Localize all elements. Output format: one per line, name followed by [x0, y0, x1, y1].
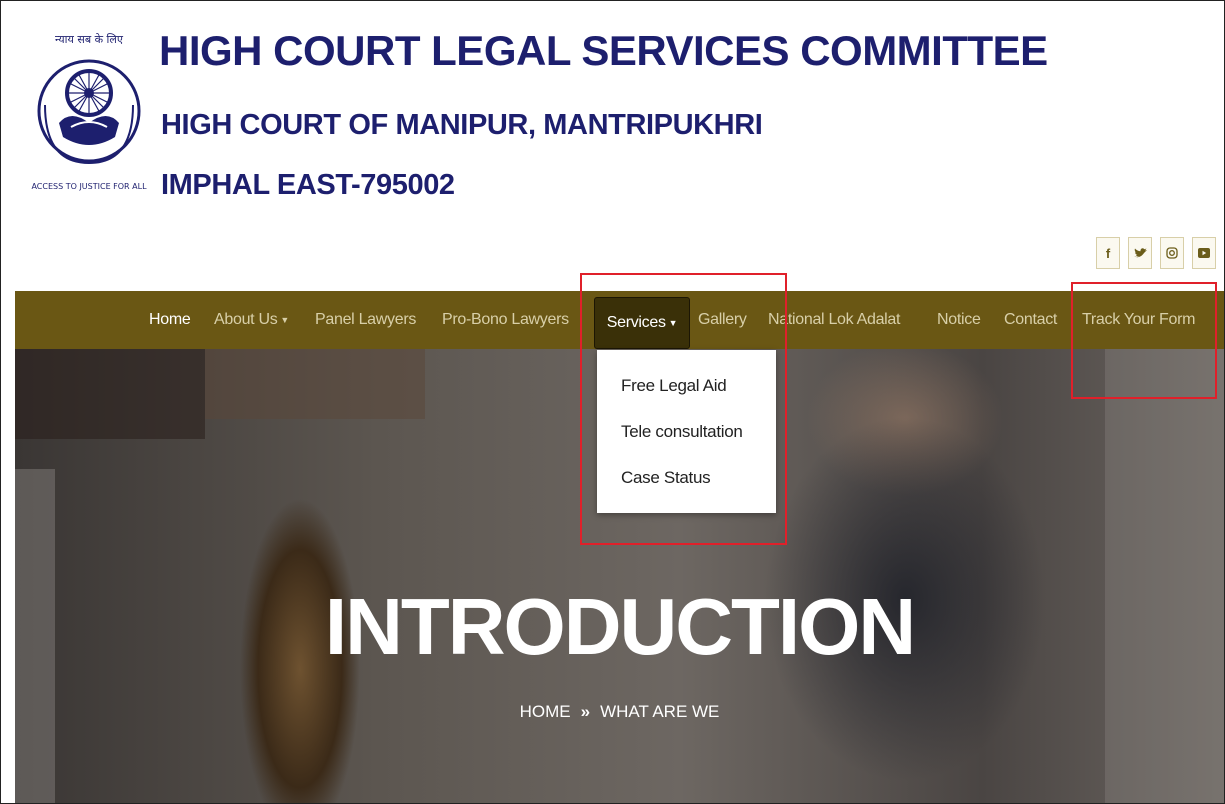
nav-panel-lawyers[interactable]: Panel Lawyers	[315, 311, 416, 329]
highlight-box-services	[580, 273, 787, 545]
chevron-down-icon: ▼	[280, 314, 290, 325]
youtube-icon[interactable]	[1192, 237, 1216, 269]
social-links: f	[1096, 237, 1216, 269]
site-subtitle: HIGH COURT OF MANIPUR, MANTRIPUKHRI	[161, 109, 763, 141]
bookshelf-shape	[15, 349, 205, 439]
breadcrumb-separator-icon: »	[580, 702, 591, 721]
site-address: IMPHAL EAST-795002	[161, 169, 455, 201]
logo-top-text: न्याय सब के लिए	[55, 33, 124, 46]
nav-national-lok-adalat[interactable]: National Lok Adalat	[768, 311, 900, 329]
breadcrumb-home[interactable]: HOME	[520, 702, 571, 721]
facebook-icon[interactable]: f	[1096, 237, 1120, 269]
wall-shape	[1105, 349, 1224, 803]
site-header: न्याय सब के लिए ACCESS TO JUSTICE FOR AL…	[1, 1, 1224, 289]
breadcrumb-current: WHAT ARE WE	[600, 702, 720, 721]
nav-home[interactable]: Home	[149, 311, 191, 329]
hero-title: INTRODUCTION	[324, 582, 916, 671]
site-title: HIGH COURT LEGAL SERVICES COMMITTEE	[159, 27, 1048, 74]
nav-pro-bono-lawyers[interactable]: Pro-Bono Lawyers	[442, 311, 569, 329]
nav-about-us[interactable]: About Us ▼	[214, 311, 289, 329]
instagram-icon[interactable]	[1160, 237, 1184, 269]
page-frame: न्याय सब के लिए ACCESS TO JUSTICE FOR AL…	[0, 0, 1225, 804]
nav-notice[interactable]: Notice	[937, 311, 981, 329]
bookshelf-shape	[205, 349, 425, 419]
highlight-box-track-form	[1071, 282, 1217, 399]
logo-ring-text: ACCESS TO JUSTICE FOR ALL	[31, 182, 147, 191]
nav-about-us-label: About Us	[214, 311, 278, 328]
breadcrumb: HOME » WHAT ARE WE	[15, 702, 1224, 722]
twitter-icon[interactable]	[1128, 237, 1152, 269]
legal-services-logo: न्याय सब के लिए ACCESS TO JUSTICE FOR AL…	[31, 33, 147, 191]
nav-contact[interactable]: Contact	[1004, 311, 1057, 329]
